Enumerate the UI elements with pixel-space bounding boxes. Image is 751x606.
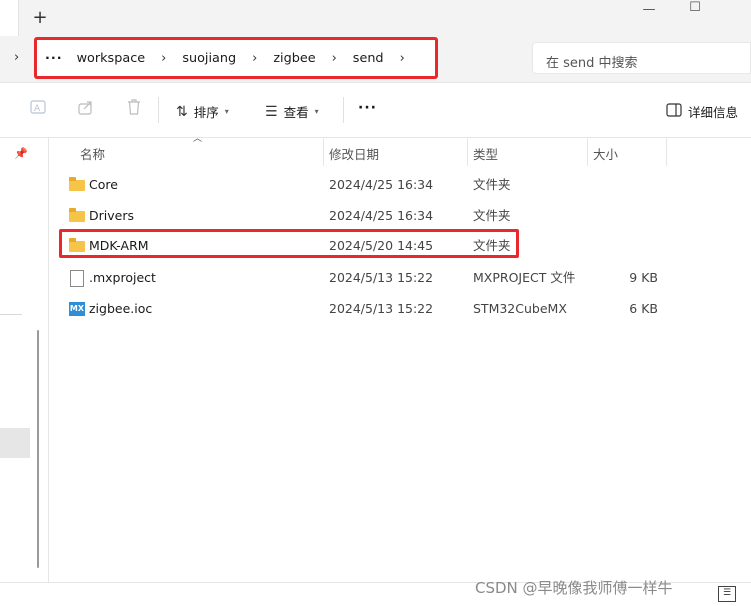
nav-scrollbar[interactable] — [37, 330, 39, 568]
sort-button[interactable]: ⇅ 排序 ▾ — [176, 102, 229, 121]
file-row[interactable]: MX zigbee.ioc 2024/5/13 15:22 STM32CubeM… — [50, 295, 690, 323]
breadcrumb-overflow[interactable]: ··· — [45, 51, 69, 66]
file-name: zigbee.ioc — [89, 301, 153, 316]
view-icon: ☰ — [265, 103, 278, 120]
search-input[interactable]: 在 send 中搜索 — [532, 42, 751, 74]
watermark: CSDN @早晚像我师傅一样牛 — [475, 579, 673, 597]
file-type: 文件夹 — [473, 208, 511, 223]
file-type: MXPROJECT 文件 — [473, 270, 576, 285]
chevron-right-icon[interactable]: › — [392, 51, 413, 66]
maximize-button[interactable]: ☐ — [680, 0, 710, 20]
file-row[interactable]: Core 2024/4/25 16:34 文件夹 — [50, 171, 690, 199]
column-separator[interactable] — [323, 138, 324, 166]
view-label: 查看 — [283, 105, 309, 120]
view-button[interactable]: ☰ 查看 ▾ — [265, 102, 319, 121]
details-pane-icon — [666, 103, 682, 120]
chevron-right-icon[interactable]: › — [153, 51, 174, 66]
breadcrumb-item-zigbee[interactable]: zigbee — [265, 51, 323, 66]
breadcrumb-item-suojiang[interactable]: suojiang — [174, 51, 244, 66]
nav-selected-item[interactable] — [0, 428, 30, 458]
folder-icon — [69, 177, 85, 191]
breadcrumb-item-workspace[interactable]: workspace — [69, 51, 154, 66]
details-view-icon[interactable]: ☰ — [718, 586, 736, 602]
sort-icon: ⇅ — [176, 103, 188, 120]
details-label: 详细信息 — [688, 105, 739, 120]
more-options-button[interactable]: ··· — [358, 100, 377, 116]
file-size: 6 KB — [629, 301, 658, 316]
chevron-right-icon[interactable]: › — [14, 50, 19, 65]
details-pane-button[interactable]: 详细信息 — [666, 102, 738, 121]
file-date: 2024/5/13 15:22 — [329, 301, 434, 316]
chevron-right-icon[interactable]: › — [324, 51, 345, 66]
sort-indicator-icon: ︿ — [193, 134, 203, 144]
breadcrumb-item-send[interactable]: send — [345, 51, 392, 66]
chevron-down-icon: ▾ — [224, 107, 229, 116]
stm32cubemx-icon: MX — [69, 302, 85, 316]
column-header-date-modified[interactable]: 修改日期 — [329, 144, 379, 166]
file-name: .mxproject — [89, 270, 156, 285]
file-size: 9 KB — [629, 270, 658, 285]
file-row[interactable]: Drivers 2024/4/25 16:34 文件夹 — [50, 202, 690, 230]
pane-divider[interactable] — [48, 138, 49, 583]
file-icon — [70, 270, 84, 287]
svg-text:A: A — [34, 104, 41, 114]
file-row[interactable]: .mxproject 2024/5/13 15:22 MXPROJECT 文件 … — [50, 264, 690, 292]
chevron-right-icon[interactable]: › — [244, 51, 265, 66]
navigation-pane — [0, 138, 49, 581]
new-tab-button[interactable]: + — [28, 7, 52, 31]
toolbar-divider — [158, 97, 159, 123]
toolbar-divider — [343, 97, 344, 123]
chevron-down-icon: ▾ — [314, 107, 319, 116]
column-header-name[interactable]: 名称 — [80, 144, 105, 166]
folder-icon — [69, 208, 85, 222]
minimize-button[interactable]: — — [634, 2, 664, 22]
file-name: Core — [89, 177, 118, 192]
file-date: 2024/5/13 15:22 — [329, 270, 434, 285]
delete-icon[interactable] — [122, 98, 146, 122]
file-date: 2024/4/25 16:34 — [329, 177, 434, 192]
file-date: 2024/4/25 16:34 — [329, 208, 434, 223]
share-icon[interactable] — [74, 98, 98, 122]
pin-icon[interactable]: 📌 — [14, 147, 28, 160]
nav-divider — [0, 314, 22, 315]
file-type: 文件夹 — [473, 177, 511, 192]
file-type: STM32CubeMX — [473, 301, 567, 316]
column-header-type[interactable]: 类型 — [473, 144, 498, 166]
highlight-box — [59, 229, 519, 258]
sort-label: 排序 — [193, 105, 219, 120]
file-name: Drivers — [89, 208, 134, 223]
column-separator[interactable] — [666, 138, 667, 166]
column-separator[interactable] — [587, 138, 588, 166]
breadcrumb[interactable]: ··· workspace › suojiang › zigbee › send… — [34, 37, 438, 79]
column-separator[interactable] — [467, 138, 468, 166]
rename-icon[interactable]: A — [26, 98, 50, 122]
tab-edge[interactable] — [0, 0, 19, 36]
column-header-size[interactable]: 大小 — [593, 144, 618, 166]
